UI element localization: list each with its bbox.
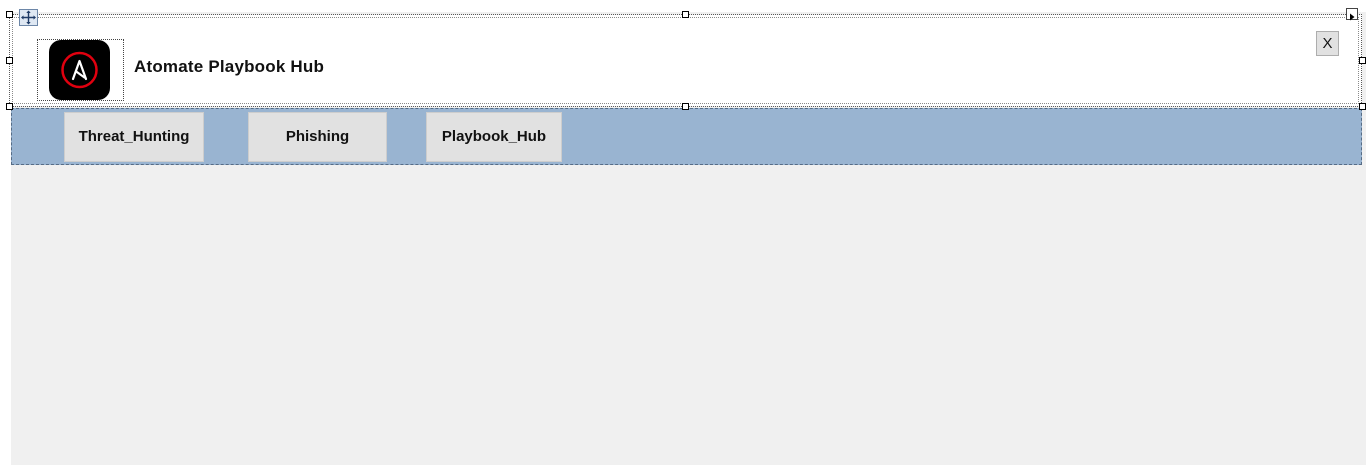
smart-tag-arrow-icon[interactable]: [1346, 8, 1358, 21]
close-button[interactable]: X: [1316, 31, 1339, 56]
resize-handle[interactable]: [6, 11, 13, 18]
ansible-logo-icon: [49, 40, 110, 100]
resize-handle[interactable]: [6, 57, 13, 64]
resize-handle[interactable]: [682, 103, 689, 110]
phishing-button[interactable]: Phishing: [248, 112, 387, 162]
resize-handle[interactable]: [6, 103, 13, 110]
threat-hunting-button[interactable]: Threat_Hunting: [64, 112, 204, 162]
resize-handle[interactable]: [1359, 103, 1366, 110]
playbook-hub-button[interactable]: Playbook_Hub: [426, 112, 562, 162]
app-title: Atomate Playbook Hub: [134, 57, 325, 76]
nav-panel: [11, 108, 1362, 165]
move-arrows-icon[interactable]: [19, 9, 38, 26]
form-designer-surface: Atomate Playbook Hub X Threat_Hunting Ph…: [0, 0, 1366, 465]
resize-handle[interactable]: [682, 11, 689, 18]
resize-handle[interactable]: [1359, 57, 1366, 64]
